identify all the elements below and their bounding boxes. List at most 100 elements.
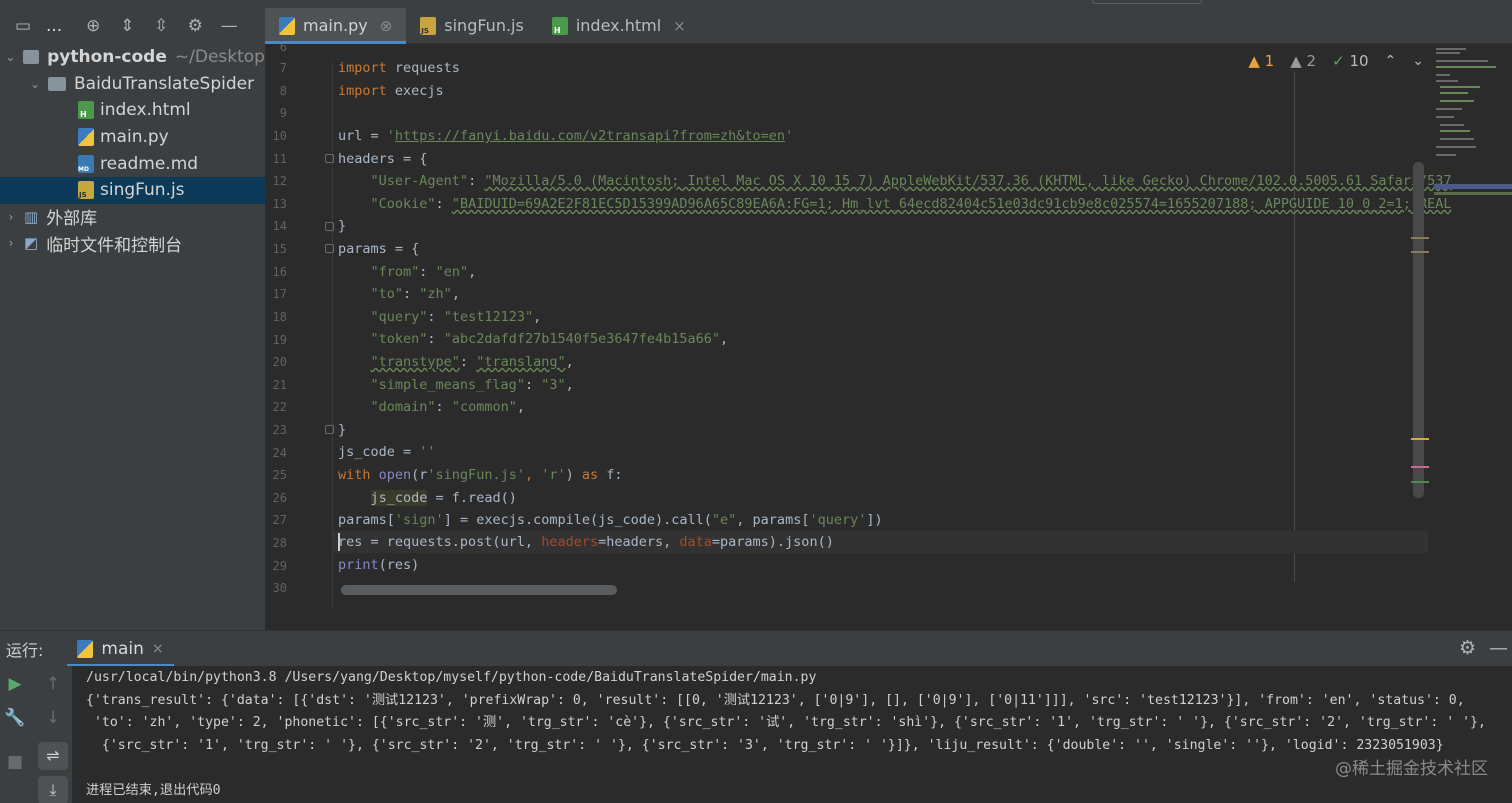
tab-label: main.py — [303, 16, 368, 35]
scroll-to-end-button[interactable]: ⤓ — [38, 776, 68, 803]
error-stripe-mark[interactable] — [1411, 237, 1429, 239]
locate-icon[interactable]: ⊕ — [82, 16, 104, 36]
tree-external-libs-label: 外部库 — [46, 209, 98, 230]
code-line-21[interactable]: "simple_means_flag": "3", — [338, 374, 574, 396]
close-tab-icon[interactable]: × — [673, 17, 686, 35]
code-line-17[interactable]: "to": "zh", — [338, 283, 460, 305]
project-panel: ⌄ python-code ~/Desktop ⌄ BaiduTranslate… — [0, 44, 265, 666]
project-view-label[interactable]: ... — [46, 16, 62, 36]
tree-external-libs[interactable]: › ▥ 外部库 — [0, 204, 265, 231]
code-editor[interactable]: 6 7 8 9 10 11 12 13 14 15 16 17 18 19 20… — [265, 44, 1512, 630]
chevron-right-icon[interactable]: › — [4, 210, 18, 224]
run-label: 运行: — [6, 640, 44, 660]
tree-file[interactable]: readme.md — [0, 150, 265, 177]
fold-marker[interactable] — [325, 222, 334, 231]
inspection-widget[interactable]: ▲ 1 ▲ 2 ✓ 10 ⌃ ⌄ — [1248, 52, 1424, 70]
code-line-16[interactable]: "from": "en", — [338, 261, 477, 283]
fold-marker[interactable] — [325, 154, 334, 163]
tree-root[interactable]: ⌄ python-code ~/Desktop — [0, 44, 265, 71]
code-line-19[interactable]: "token": "abc2dafdf27b1540f5e3647fe4b15a… — [338, 328, 729, 350]
console-line: 'to': 'zh', 'type': 2, 'phonetic': [{'sr… — [86, 715, 1486, 730]
fold-marker[interactable] — [325, 425, 334, 434]
editor-vertical-scrollbar[interactable] — [1413, 162, 1424, 498]
line-number: 19 — [272, 333, 287, 347]
code-line-12[interactable]: "User-Agent": "Mozilla/5.0 (Macintosh; I… — [338, 170, 1452, 192]
stop-icon[interactable]: ■ — [4, 752, 26, 772]
gear-icon[interactable]: ⚙ — [184, 16, 206, 36]
error-stripe-mark[interactable] — [1411, 438, 1429, 440]
line-number: 27 — [272, 513, 287, 527]
error-stripe-mark[interactable] — [1411, 251, 1429, 253]
chevron-right-icon[interactable]: › — [4, 236, 18, 250]
project-view-icon[interactable]: ▭ — [12, 16, 34, 36]
collapse-all-icon[interactable]: ⇳ — [150, 16, 172, 36]
code-line-22[interactable]: "domain": "common", — [338, 396, 525, 418]
gear-icon[interactable]: ⚙ — [1459, 637, 1476, 659]
right-margin-guide — [1294, 72, 1295, 582]
warning-icon[interactable]: ▲ 1 — [1248, 52, 1274, 70]
line-number: 24 — [272, 446, 287, 460]
code-line-13[interactable]: "Cookie": "BAIDUID=69A2E2F81EC5D15399AD9… — [338, 193, 1452, 215]
line-number: 12 — [272, 174, 287, 188]
wrench-icon[interactable]: 🔧 — [4, 708, 26, 728]
soft-wrap-button[interactable]: ⇌ — [38, 742, 68, 770]
chevron-down-icon[interactable]: ⌄ — [28, 77, 42, 91]
code-line-8[interactable]: import execjs — [338, 80, 444, 102]
tree-file[interactable]: main.py — [0, 124, 265, 151]
code-line-18[interactable]: "query": "test12123", — [338, 306, 542, 328]
close-tab-icon[interactable]: ⊗ — [380, 17, 393, 35]
hide-icon[interactable]: — — [218, 16, 240, 36]
title-strip — [0, 0, 1512, 8]
typo-check-icon[interactable]: ✓ 10 — [1332, 52, 1368, 70]
rerun-icon[interactable]: ▶ — [4, 674, 26, 694]
tab-index-html[interactable]: index.html × — [538, 8, 700, 43]
code-line-11[interactable]: headers = { — [338, 148, 427, 170]
code-line-28[interactable]: res = requests.post(url, headers=headers… — [338, 531, 834, 553]
editor-horizontal-scrollbar[interactable] — [341, 585, 617, 595]
chevron-up-icon[interactable]: ⌃ — [1385, 53, 1397, 69]
fold-marker[interactable] — [325, 244, 334, 253]
tree-scratches-label: 临时文件和控制台 — [46, 235, 183, 256]
run-console[interactable]: /usr/local/bin/python3.8 /Users/yang/Des… — [72, 666, 1512, 803]
line-number: 23 — [272, 423, 287, 437]
code-line-26[interactable]: js_code = f.read() — [338, 487, 517, 509]
run-tab-main[interactable]: main × — [67, 631, 174, 667]
code-line-24[interactable]: js_code = '' — [338, 441, 436, 463]
tree-file-selected[interactable]: singFun.js — [0, 176, 265, 204]
code-line-7[interactable]: import requests — [338, 57, 460, 79]
code-line-27[interactable]: params['sign'] = execjs.compile(js_code)… — [338, 509, 883, 531]
weak-warning-icon[interactable]: ▲ 2 — [1290, 52, 1316, 70]
code-line-23[interactable]: } — [338, 419, 346, 441]
code-line-20[interactable]: "transtype": "translang", — [338, 351, 574, 373]
close-tab-icon[interactable]: × — [152, 641, 164, 657]
error-stripe-mark[interactable] — [1411, 466, 1429, 468]
code-line-14[interactable]: } — [338, 215, 346, 237]
line-number: 28 — [272, 536, 287, 550]
code-line-10[interactable]: url = 'https://fanyi.baidu.com/v2transap… — [338, 125, 793, 147]
code-line-15[interactable]: params = { — [338, 238, 419, 260]
tree-scratches[interactable]: › ◩ 临时文件和控制台 — [0, 230, 265, 257]
line-gutter: 6 7 8 9 10 11 12 13 14 15 16 17 18 19 20… — [265, 44, 333, 630]
tree-file[interactable]: index.html — [0, 97, 265, 124]
tab-main-py[interactable]: main.py ⊗ — [265, 8, 407, 44]
minimap[interactable] — [1430, 44, 1512, 204]
console-line: 进程已结束,退出代码0 — [86, 783, 221, 798]
expand-all-icon[interactable]: ⇕ — [116, 16, 138, 36]
line-number: 10 — [272, 129, 287, 143]
tree-file-label: index.html — [100, 100, 191, 121]
chevron-down-icon[interactable]: ⌄ — [4, 50, 17, 64]
code-line-29[interactable]: print(res) — [338, 554, 419, 576]
code-line-25[interactable]: with open(r'singFun.js', 'r') as f: — [338, 464, 623, 486]
tree-root-label: python-code — [47, 47, 167, 68]
line-number: 9 — [279, 106, 287, 120]
js-file-icon — [420, 16, 437, 35]
arrow-down-icon[interactable]: ↓ — [42, 708, 64, 728]
run-toolbar: ▶ ↑ 🔧 ↓ ■ ⇌ ⤓ — [0, 666, 72, 803]
tree-folder[interactable]: ⌄ BaiduTranslateSpider — [0, 71, 265, 98]
python-file-icon — [78, 128, 94, 147]
hide-icon[interactable]: — — [1489, 637, 1508, 659]
tab-singfun-js[interactable]: singFun.js — [406, 8, 538, 43]
chevron-down-icon[interactable]: ⌄ — [1412, 53, 1424, 69]
arrow-up-icon[interactable]: ↑ — [42, 674, 64, 694]
error-stripe-mark[interactable] — [1411, 481, 1429, 483]
